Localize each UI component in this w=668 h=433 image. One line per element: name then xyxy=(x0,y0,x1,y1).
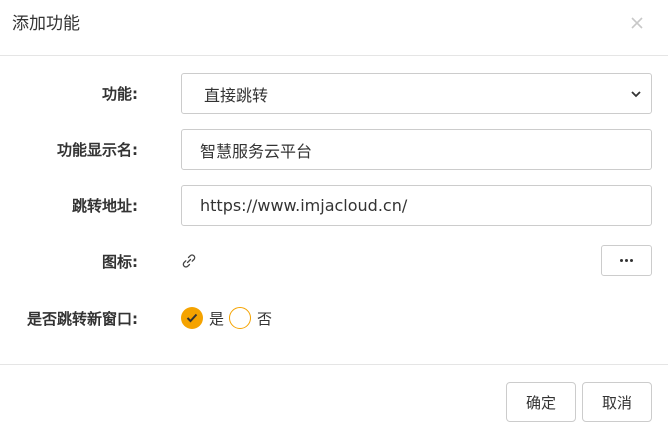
chevron-down-icon xyxy=(631,91,641,98)
url-input[interactable]: https://www.imjacloud.cn/ xyxy=(181,185,652,226)
url-value: https://www.imjacloud.cn/ xyxy=(200,196,408,215)
check-icon xyxy=(186,313,198,323)
function-label: 功能: xyxy=(102,85,138,103)
add-function-dialog: 添加功能 功能: 直接跳转 功能显示名: 智慧服务云平台 跳转地址: https… xyxy=(0,0,668,433)
radio-no-label: 否 xyxy=(257,310,273,328)
new-window-label: 是否跳转新窗口: xyxy=(27,310,138,328)
link-icon xyxy=(182,254,196,268)
icon-picker-button[interactable] xyxy=(601,245,652,276)
ok-button[interactable]: 确定 xyxy=(506,382,576,422)
radio-no[interactable] xyxy=(229,307,251,329)
dialog-title: 添加功能 xyxy=(12,14,80,34)
dialog-header: 添加功能 xyxy=(0,0,668,56)
function-select[interactable]: 直接跳转 xyxy=(181,73,652,114)
ellipsis-icon xyxy=(620,259,633,262)
radio-yes-label: 是 xyxy=(209,310,225,328)
display-name-input[interactable]: 智慧服务云平台 xyxy=(181,129,652,170)
url-label: 跳转地址: xyxy=(72,197,138,215)
cancel-button[interactable]: 取消 xyxy=(582,382,652,422)
display-name-label: 功能显示名: xyxy=(57,141,138,159)
radio-yes[interactable] xyxy=(181,307,203,329)
close-icon[interactable] xyxy=(626,12,648,34)
icon-label: 图标: xyxy=(102,253,138,271)
display-name-value: 智慧服务云平台 xyxy=(200,141,313,161)
function-select-value: 直接跳转 xyxy=(204,85,269,105)
